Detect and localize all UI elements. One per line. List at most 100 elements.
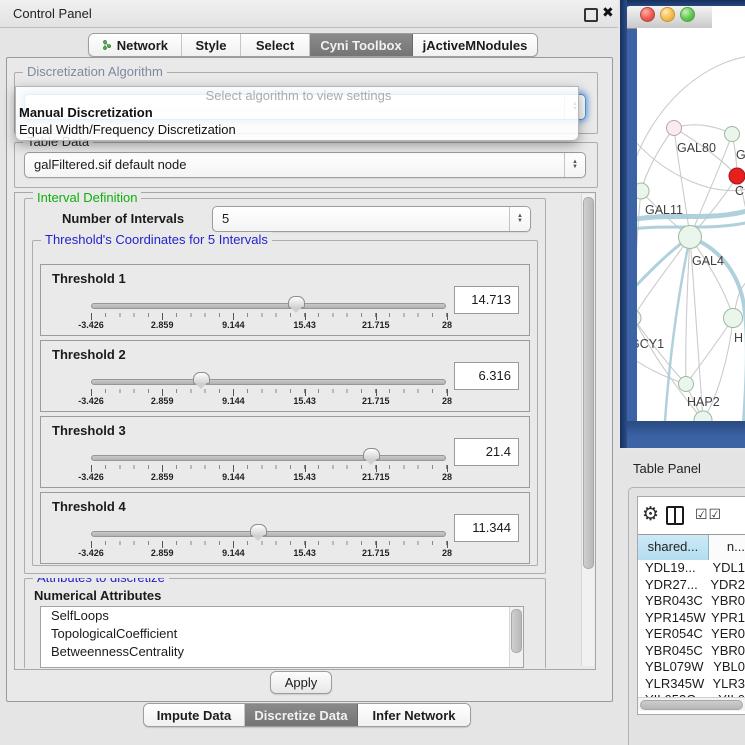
close-traffic-light[interactable] bbox=[640, 7, 655, 22]
tick-label: 9.144 bbox=[222, 472, 245, 482]
tab-cyni-toolbox[interactable]: Cyni Toolbox bbox=[310, 34, 413, 56]
column-header-shared-name[interactable]: shared... bbox=[638, 535, 709, 560]
cell-shared-name[interactable]: YBR045C bbox=[638, 643, 706, 660]
network-node[interactable] bbox=[725, 127, 740, 142]
checkbox-icons[interactable]: ☑☑ bbox=[695, 506, 722, 523]
cell-name[interactable]: YDL1 bbox=[707, 560, 745, 577]
major-tick bbox=[447, 313, 448, 320]
threshold-slider[interactable] bbox=[91, 524, 446, 541]
cell-shared-name[interactable]: YBL079W bbox=[638, 659, 708, 676]
cell-shared-name[interactable]: YBR043C bbox=[638, 593, 706, 610]
slider-thumb[interactable] bbox=[363, 448, 380, 460]
apply-button[interactable]: Apply bbox=[270, 671, 332, 694]
threshold-value-field[interactable]: 21.4 bbox=[454, 438, 519, 466]
desktop-background bbox=[712, 6, 745, 28]
cell-shared-name[interactable]: YER054C bbox=[638, 626, 706, 643]
slider-thumb[interactable] bbox=[193, 372, 210, 384]
control-panel-titlebar: Control Panel ✖ bbox=[0, 0, 618, 28]
numerical-attributes-list[interactable]: SelfLoopsTopologicalCoefficientBetweenne… bbox=[40, 606, 524, 668]
slider-thumb[interactable] bbox=[288, 296, 305, 308]
slider-track[interactable] bbox=[91, 379, 446, 385]
float-window-icon[interactable] bbox=[584, 8, 598, 22]
threshold-value-field[interactable]: 6.316 bbox=[454, 362, 519, 390]
network-node[interactable] bbox=[729, 168, 745, 184]
interval-definition-title: Interval Definition bbox=[33, 190, 141, 205]
attribute-list-item[interactable]: BetweennessCentrality bbox=[41, 643, 523, 661]
cell-shared-name[interactable]: YDR27... bbox=[638, 577, 705, 594]
table-row[interactable]: YLR345WYLR3 bbox=[638, 676, 745, 693]
slider-track[interactable] bbox=[91, 455, 446, 461]
scrollbar-thumb[interactable] bbox=[583, 197, 594, 569]
network-node[interactable] bbox=[637, 183, 649, 199]
major-tick bbox=[91, 465, 92, 472]
network-node[interactable] bbox=[667, 121, 682, 136]
scrollbar-thumb[interactable] bbox=[640, 700, 743, 710]
cell-shared-name[interactable]: YDL19... bbox=[638, 560, 707, 577]
cell-name[interactable]: YBL0 bbox=[708, 659, 745, 676]
table-horizontal-scrollbar[interactable] bbox=[638, 697, 745, 711]
cell-name[interactable]: YBR0 bbox=[706, 593, 745, 610]
tick-label: 2.859 bbox=[151, 320, 174, 330]
threshold-value-field[interactable]: 11.344 bbox=[454, 514, 519, 542]
zoom-traffic-light[interactable] bbox=[680, 7, 695, 22]
tab-label: Style bbox=[195, 38, 226, 53]
table-row[interactable]: YBL079WYBL0 bbox=[638, 659, 745, 676]
threshold-panel: Threshold 2 -3.4262.8599.14415.4321.7152… bbox=[40, 340, 530, 412]
cell-name[interactable]: YLR3 bbox=[707, 676, 745, 693]
vertical-scrollbar[interactable] bbox=[581, 194, 594, 666]
slider-track[interactable] bbox=[91, 303, 446, 309]
tab-network[interactable]: Network bbox=[89, 34, 182, 56]
slider-tick-labels: -3.4262.8599.14415.4321.71528 bbox=[91, 396, 447, 407]
major-tick bbox=[447, 389, 448, 396]
table-row[interactable]: YBR045CYBR0 bbox=[638, 643, 745, 660]
threshold-slider[interactable] bbox=[91, 448, 446, 465]
table-row[interactable]: YPR145WYPR1 bbox=[638, 610, 745, 627]
close-icon[interactable]: ✖ bbox=[602, 4, 614, 21]
network-canvas[interactable]: GAL80GCGAL11GAL4GCY1HHAP2 bbox=[637, 28, 745, 421]
tick-label: 21.715 bbox=[362, 548, 390, 558]
cell-shared-name[interactable]: YLR345W bbox=[638, 676, 707, 693]
dropdown-option[interactable]: Manual Discretization bbox=[16, 104, 578, 121]
network-node[interactable] bbox=[679, 377, 694, 392]
tab-jactivemnodules[interactable]: jActiveMNodules bbox=[413, 34, 537, 56]
cell-name[interactable]: YPR1 bbox=[706, 610, 745, 627]
major-tick bbox=[305, 313, 306, 320]
scrollbar-thumb[interactable] bbox=[511, 609, 522, 653]
combo-stepper-icon[interactable]: ▲▼ bbox=[564, 153, 585, 177]
cell-name[interactable]: YDR2 bbox=[705, 577, 745, 594]
threshold-value-field[interactable]: 14.713 bbox=[454, 286, 519, 314]
list-scrollbar[interactable] bbox=[509, 607, 523, 667]
tab-infer-network[interactable]: Infer Network bbox=[358, 704, 470, 726]
slider-thumb[interactable] bbox=[250, 524, 267, 536]
threshold-label: Threshold 3 bbox=[52, 423, 126, 438]
table-row[interactable]: YER054CYER0 bbox=[638, 626, 745, 643]
column-header-name[interactable]: n... bbox=[709, 535, 745, 560]
cell-name[interactable]: YBR0 bbox=[706, 643, 745, 660]
cell-shared-name[interactable]: YPR145W bbox=[638, 610, 706, 627]
table-data-combobox[interactable]: galFiltered.sif default node ▲▼ bbox=[24, 152, 586, 178]
tick-label: 21.715 bbox=[362, 472, 390, 482]
minimize-traffic-light[interactable] bbox=[660, 7, 675, 22]
network-node[interactable] bbox=[724, 309, 743, 328]
cell-name[interactable]: YER0 bbox=[706, 626, 745, 643]
tab-impute-data[interactable]: Impute Data bbox=[144, 704, 245, 726]
attribute-list-item[interactable]: SelfLoops bbox=[41, 607, 523, 625]
gear-icon[interactable]: ⚙ bbox=[642, 503, 659, 526]
tab-style[interactable]: Style bbox=[182, 34, 241, 56]
table-row[interactable]: YDR27...YDR2 bbox=[638, 577, 745, 594]
dropdown-placeholder-option[interactable]: Select algorithm to view settings bbox=[16, 87, 578, 104]
columns-icon[interactable] bbox=[666, 506, 684, 525]
threshold-slider[interactable] bbox=[91, 296, 446, 313]
threshold-slider[interactable] bbox=[91, 372, 446, 389]
dropdown-option[interactable]: Equal Width/Frequency Discretization bbox=[16, 121, 578, 138]
network-node[interactable] bbox=[679, 226, 702, 249]
number-of-intervals-combobox[interactable]: 5 ▲▼ bbox=[212, 206, 531, 232]
table-row[interactable]: YBR043CYBR0 bbox=[638, 593, 745, 610]
attribute-list-item[interactable]: TopologicalCoefficient bbox=[41, 625, 523, 643]
table-row[interactable]: YDL19...YDL1 bbox=[638, 560, 745, 577]
tab-select[interactable]: Select bbox=[241, 34, 310, 56]
slider-track[interactable] bbox=[91, 531, 446, 537]
tab-discretize-data[interactable]: Discretize Data bbox=[245, 704, 358, 726]
threshold-label: Threshold 4 bbox=[52, 499, 126, 514]
combo-stepper-icon[interactable]: ▲▼ bbox=[509, 207, 530, 231]
